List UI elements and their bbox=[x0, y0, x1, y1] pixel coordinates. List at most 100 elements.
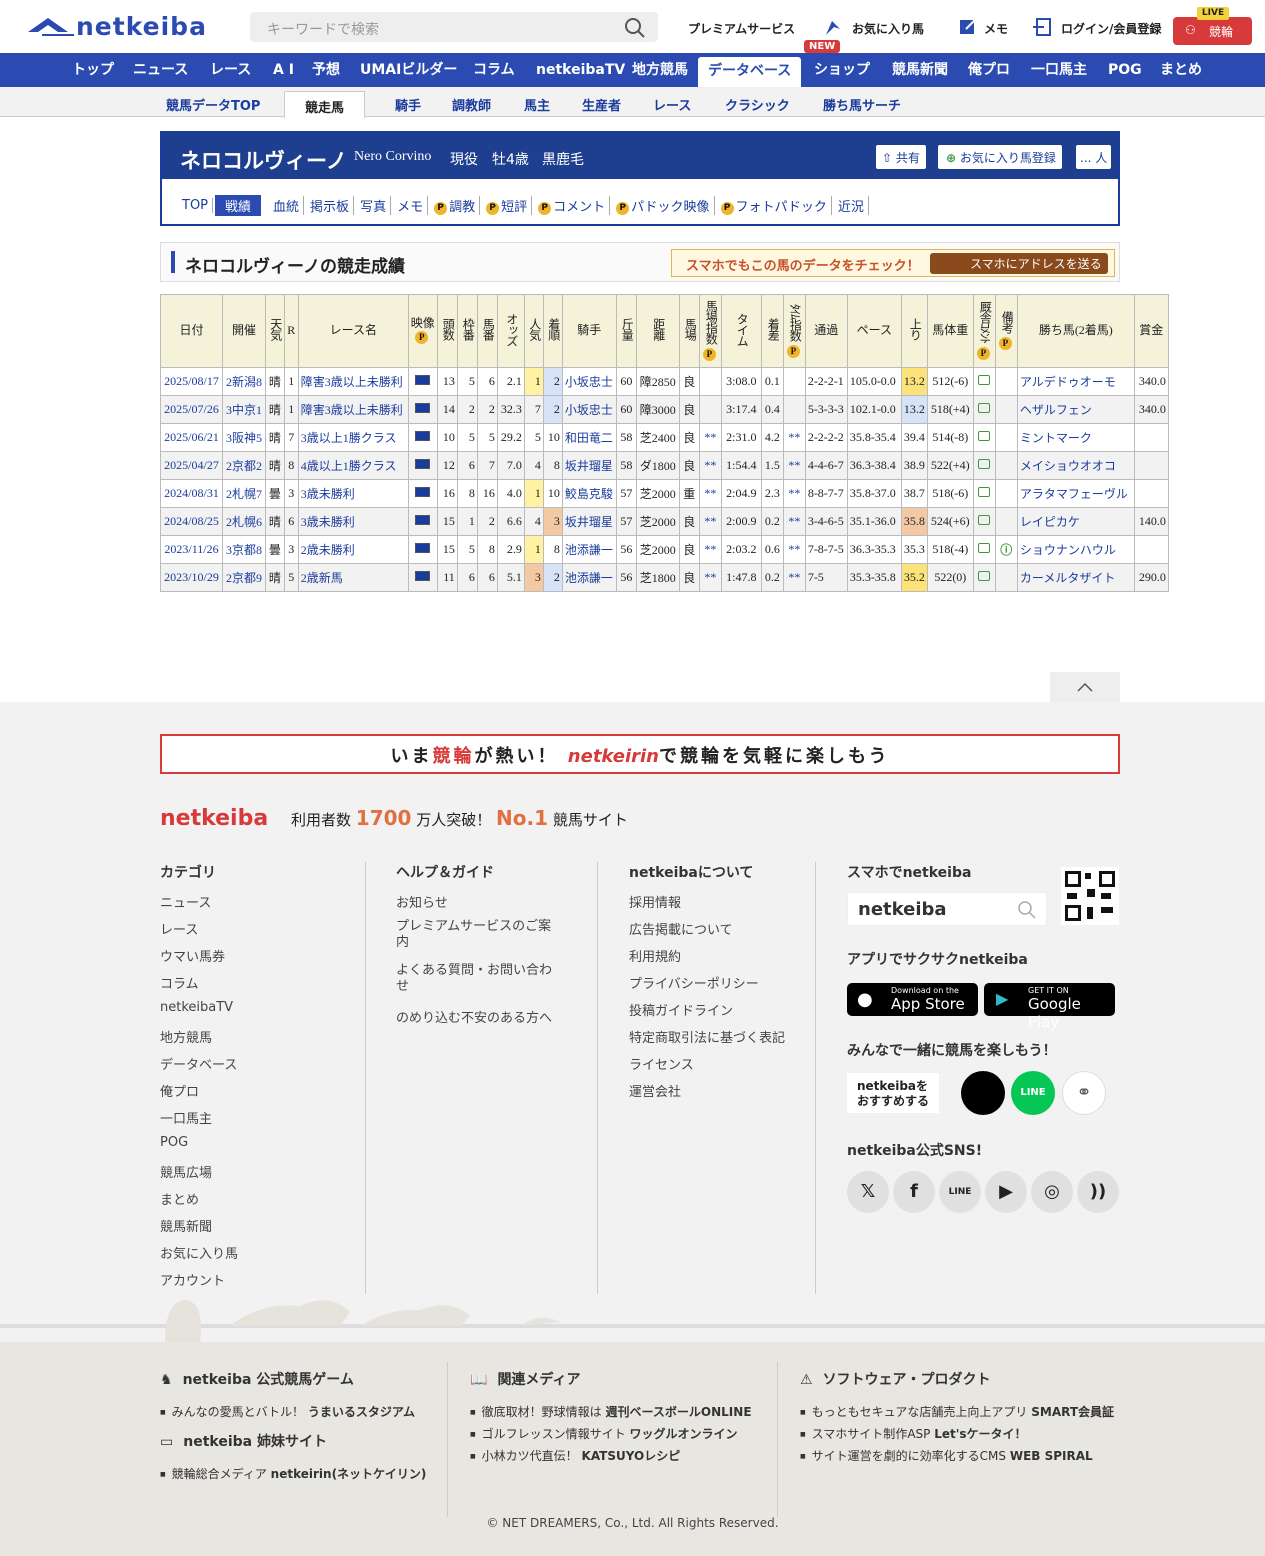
nav-hitokuchi[interactable]: 一口馬主 bbox=[1031, 53, 1087, 87]
cell-value[interactable]: アラタマフェーヴル bbox=[1020, 487, 1128, 501]
cell[interactable]: 2札幌6 bbox=[222, 507, 266, 536]
back-to-top-button[interactable] bbox=[1050, 672, 1120, 702]
cell-value[interactable]: 障害3歳以上未勝利 bbox=[301, 375, 403, 389]
search-input[interactable]: キーワードで検索 bbox=[267, 19, 379, 39]
cell[interactable] bbox=[972, 423, 996, 452]
cell-value[interactable]: 2025/06/21 bbox=[164, 430, 219, 444]
cell[interactable] bbox=[972, 535, 996, 564]
cell[interactable] bbox=[972, 507, 996, 536]
sp-search-box[interactable]: netkeiba bbox=[847, 892, 1047, 926]
video-icon[interactable] bbox=[415, 431, 431, 441]
about-link[interactable]: 広告掲載について bbox=[629, 919, 787, 946]
search-box[interactable]: キーワードで検索 bbox=[250, 12, 658, 42]
share-button[interactable]: ⇧ 共有 bbox=[876, 145, 926, 169]
subnav-horse[interactable]: 競走馬 bbox=[284, 91, 366, 118]
cats-link[interactable]: 競馬新聞 bbox=[160, 1216, 360, 1243]
cats-link[interactable]: 地方競馬 bbox=[160, 1027, 360, 1054]
line-icon[interactable]: LINE bbox=[939, 1171, 981, 1213]
cell-value[interactable]: 2京都2 bbox=[226, 459, 262, 473]
instagram-icon[interactable]: ◎ bbox=[1031, 1171, 1073, 1213]
cats-link[interactable]: 一口馬主 bbox=[160, 1108, 360, 1135]
netkeirin-banner[interactable]: いま競輪が熱い！ netkeirinで競輪を気軽に楽しもう bbox=[160, 734, 1120, 774]
memo-link[interactable]: メモ bbox=[984, 20, 1008, 37]
cell-value[interactable]: 3京都8 bbox=[226, 543, 262, 557]
cell-value[interactable]: 2京都9 bbox=[226, 571, 262, 585]
cell-value[interactable]: 2024/08/31 bbox=[164, 486, 219, 500]
cell-value[interactable]: 3阪神5 bbox=[226, 431, 262, 445]
cell-value[interactable]: 2025/08/17 bbox=[164, 374, 219, 388]
cell[interactable] bbox=[972, 479, 996, 508]
cell-value[interactable]: 2025/04/27 bbox=[164, 458, 219, 472]
cats-link[interactable]: 競馬広場 bbox=[160, 1162, 360, 1189]
x-icon[interactable]: 𝕏 bbox=[847, 1171, 889, 1213]
help-link[interactable]: よくある質問・お問い合わせ bbox=[396, 963, 564, 1007]
favorite-horse-icon[interactable] bbox=[822, 17, 844, 39]
cell-value[interactable]: 障害3歳以上未勝利 bbox=[301, 403, 403, 417]
cell-value[interactable]: 2歳未勝利 bbox=[301, 543, 355, 557]
cell-value[interactable]: 2024/08/25 bbox=[164, 514, 219, 528]
nav-column[interactable]: コラム bbox=[473, 53, 515, 87]
cell[interactable]: 3中京1 bbox=[222, 395, 266, 424]
cell[interactable] bbox=[407, 479, 438, 508]
about-link[interactable]: 運営会社 bbox=[629, 1081, 787, 1108]
cell-value[interactable]: カーメルタザイト bbox=[1020, 571, 1116, 585]
cell-value[interactable]: 池添謙一 bbox=[565, 543, 613, 557]
tab-10[interactable]: P フォトパドック bbox=[717, 196, 832, 215]
tab-1[interactable]: 戦績 bbox=[215, 195, 262, 216]
cell[interactable] bbox=[407, 563, 438, 592]
cell[interactable]: 2新潟8 bbox=[222, 367, 266, 396]
cats-link[interactable]: ニュース bbox=[160, 892, 360, 919]
cell[interactable]: 3歳未勝利 bbox=[297, 507, 409, 536]
cell-value[interactable]: 坂井瑠星 bbox=[565, 459, 613, 473]
media-link[interactable]: ゴルフレッスン情報サイト ワッグルオンライン bbox=[470, 1425, 770, 1447]
about-link[interactable]: 特定商取引法に基づく表記 bbox=[629, 1027, 787, 1054]
about-link[interactable]: 投稿ガイドライン bbox=[629, 1000, 787, 1027]
video-icon[interactable] bbox=[415, 515, 431, 525]
cell[interactable]: アラタマフェーヴル bbox=[1016, 479, 1135, 508]
cell-value[interactable]: メイショウオオコ bbox=[1020, 459, 1116, 473]
cell-value[interactable]: ヘザルフェン bbox=[1020, 403, 1092, 417]
cell-value[interactable]: 2023/10/29 bbox=[164, 570, 219, 584]
cell[interactable]: 和田竜二 bbox=[561, 423, 617, 452]
nav-top[interactable]: トップ bbox=[72, 53, 114, 87]
favorite-link[interactable]: お気に入り馬 bbox=[852, 20, 924, 37]
tab-2[interactable]: 血統 bbox=[269, 196, 305, 215]
help-link[interactable]: プレミアムサービスのご案内 bbox=[396, 919, 564, 963]
cell[interactable]: 小坂忠士 bbox=[561, 367, 617, 396]
cell[interactable]: 2025/06/21 bbox=[160, 423, 223, 452]
cell[interactable]: 池添謙一 bbox=[561, 535, 617, 564]
nav-yoso[interactable]: 予想 bbox=[312, 53, 340, 87]
cell[interactable]: 小坂忠士 bbox=[561, 395, 617, 424]
cell[interactable]: カーメルタザイト bbox=[1016, 563, 1135, 592]
tab-6[interactable]: P 調教 bbox=[430, 196, 481, 215]
cell-value[interactable]: 2新潟8 bbox=[226, 375, 262, 389]
cell-value[interactable]: 池添謙一 bbox=[565, 571, 613, 585]
cell[interactable]: 3歳以上1勝クラス bbox=[297, 423, 409, 452]
line-share-icon[interactable]: LINE bbox=[1011, 1071, 1055, 1115]
cell[interactable]: レイピカケ bbox=[1016, 507, 1135, 536]
site-logo[interactable]: netkeiba bbox=[28, 12, 207, 41]
cell[interactable]: 3阪神5 bbox=[222, 423, 266, 452]
cell[interactable]: 池添謙一 bbox=[561, 563, 617, 592]
x-share-icon[interactable] bbox=[961, 1071, 1005, 1115]
subnav-jockey[interactable]: 騎手 bbox=[395, 95, 421, 114]
software-link[interactable]: スマホサイト制作ASP Let'sケータイ！ bbox=[800, 1425, 1130, 1447]
cell[interactable]: 2023/11/26 bbox=[160, 535, 223, 564]
subnav-classic[interactable]: クラシック bbox=[725, 95, 790, 114]
tab-7[interactable]: P 短評 bbox=[482, 196, 533, 215]
nav-database[interactable]: データベース bbox=[698, 57, 802, 87]
cell-value[interactable]: ミントマーク bbox=[1020, 431, 1092, 445]
cell-value[interactable]: 2札幌6 bbox=[226, 515, 262, 529]
cell[interactable] bbox=[407, 535, 438, 564]
video-icon[interactable] bbox=[415, 543, 431, 553]
cell[interactable]: 2024/08/31 bbox=[160, 479, 223, 508]
nav-pog[interactable]: POG bbox=[1108, 53, 1142, 87]
keirin-live-button[interactable]: LIVE ⚇ 競輪 bbox=[1173, 7, 1252, 45]
cats-link[interactable]: 俺プロ bbox=[160, 1081, 360, 1108]
subnav-breeder[interactable]: 生産者 bbox=[582, 95, 621, 114]
cats-link[interactable]: データベース bbox=[160, 1054, 360, 1081]
video-icon[interactable] bbox=[415, 375, 431, 385]
login-icon[interactable] bbox=[1032, 17, 1052, 37]
cell-value[interactable]: 3歳以上1勝クラス bbox=[301, 431, 397, 445]
cell[interactable]: アルデドゥオーモ bbox=[1016, 367, 1135, 396]
